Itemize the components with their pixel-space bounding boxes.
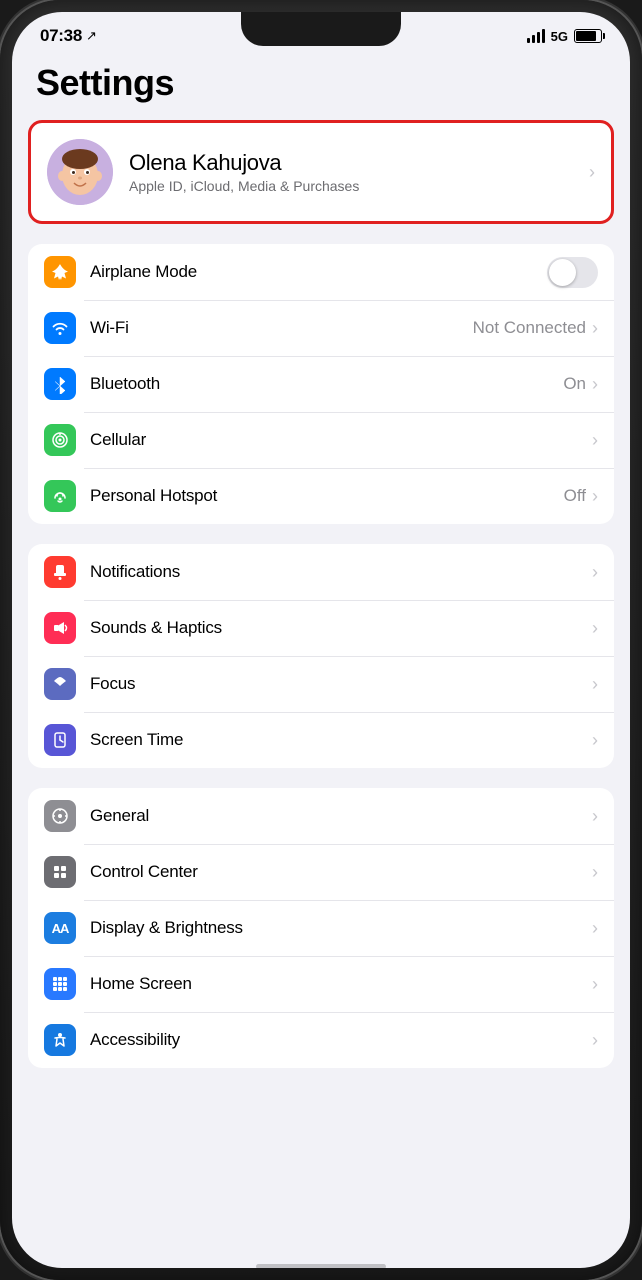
home-screen-row[interactable]: Home Screen › [28, 956, 614, 1012]
personal-hotspot-row[interactable]: Personal Hotspot Off › [28, 468, 614, 524]
location-arrow-icon: ↗ [86, 28, 97, 44]
sounds-haptics-icon [44, 612, 76, 644]
notifications-icon [44, 556, 76, 588]
control-center-label: Control Center [90, 862, 592, 882]
airplane-mode-label: Airplane Mode [90, 262, 547, 282]
home-screen-label: Home Screen [90, 974, 592, 994]
display-brightness-icon: AA [44, 912, 76, 944]
personal-hotspot-label: Personal Hotspot [90, 486, 564, 506]
cellular-row[interactable]: Cellular › [28, 412, 614, 468]
profile-card[interactable]: Olena Kahujova Apple ID, iCloud, Media &… [28, 120, 614, 224]
airplane-mode-icon [44, 256, 76, 288]
wifi-chevron-icon: › [592, 318, 598, 339]
wifi-row[interactable]: Wi-Fi Not Connected › [28, 300, 614, 356]
personal-hotspot-icon [44, 480, 76, 512]
control-center-chevron-icon: › [592, 862, 598, 883]
bluetooth-chevron-icon: › [592, 374, 598, 395]
home-screen-chevron-icon: › [592, 974, 598, 995]
signal-bars-icon [527, 29, 545, 43]
profile-subtitle: Apple ID, iCloud, Media & Purchases [129, 178, 589, 194]
focus-label: Focus [90, 674, 592, 694]
cellular-label: Cellular [90, 430, 592, 450]
cellular-chevron-icon: › [592, 430, 598, 451]
display-brightness-chevron-icon: › [592, 918, 598, 939]
wifi-icon [44, 312, 76, 344]
accessibility-icon [44, 1024, 76, 1056]
screen-time-row[interactable]: Screen Time › [28, 712, 614, 768]
notifications-chevron-icon: › [592, 562, 598, 583]
general-label: General [90, 806, 592, 826]
display-brightness-label: Display & Brightness [90, 918, 592, 938]
general-icon [44, 800, 76, 832]
notifications-group: Notifications › Sounds & Haptics › [28, 544, 614, 768]
sounds-haptics-label: Sounds & Haptics [90, 618, 592, 638]
display-brightness-row[interactable]: AA Display & Brightness › [28, 900, 614, 956]
screen-time-icon [44, 724, 76, 756]
airplane-mode-row[interactable]: Airplane Mode [28, 244, 614, 300]
profile-info: Olena Kahujova Apple ID, iCloud, Media &… [129, 150, 589, 194]
bluetooth-row[interactable]: Bluetooth On › [28, 356, 614, 412]
focus-row[interactable]: Focus › [28, 656, 614, 712]
phone-screen: 07:38 ↗ 5G Settings [12, 12, 630, 1268]
battery-icon [574, 29, 602, 43]
connectivity-group: Airplane Mode Wi-Fi Not [28, 244, 614, 524]
personal-hotspot-value: Off [564, 486, 586, 506]
wifi-value: Not Connected [473, 318, 586, 338]
focus-chevron-icon: › [592, 674, 598, 695]
home-screen-icon [44, 968, 76, 1000]
general-group: General › Control Center › [28, 788, 614, 1068]
personal-hotspot-chevron-icon: › [592, 486, 598, 507]
cellular-icon [44, 424, 76, 456]
status-time: 07:38 [40, 26, 82, 46]
notifications-row[interactable]: Notifications › [28, 544, 614, 600]
accessibility-label: Accessibility [90, 1030, 592, 1050]
avatar [47, 139, 113, 205]
scroll-content[interactable]: Settings [12, 52, 630, 1258]
screen-time-chevron-icon: › [592, 730, 598, 751]
page-title: Settings [12, 52, 630, 120]
accessibility-row[interactable]: Accessibility › [28, 1012, 614, 1068]
bluetooth-value: On [563, 374, 586, 394]
notifications-label: Notifications [90, 562, 592, 582]
screen-time-label: Screen Time [90, 730, 592, 750]
general-row[interactable]: General › [28, 788, 614, 844]
profile-chevron-icon: › [589, 162, 595, 183]
profile-name: Olena Kahujova [129, 150, 589, 176]
sounds-haptics-row[interactable]: Sounds & Haptics › [28, 600, 614, 656]
notch [241, 12, 401, 46]
bluetooth-icon [44, 368, 76, 400]
airplane-mode-toggle[interactable] [547, 257, 598, 288]
wifi-label: Wi-Fi [90, 318, 473, 338]
accessibility-chevron-icon: › [592, 1030, 598, 1051]
bluetooth-label: Bluetooth [90, 374, 563, 394]
sounds-haptics-chevron-icon: › [592, 618, 598, 639]
home-indicator [256, 1264, 386, 1268]
control-center-row[interactable]: Control Center › [28, 844, 614, 900]
phone-frame: 07:38 ↗ 5G Settings [0, 0, 642, 1280]
general-chevron-icon: › [592, 806, 598, 827]
focus-icon [44, 668, 76, 700]
5g-indicator: 5G [551, 29, 568, 44]
status-icons: 5G [527, 29, 602, 44]
control-center-icon [44, 856, 76, 888]
